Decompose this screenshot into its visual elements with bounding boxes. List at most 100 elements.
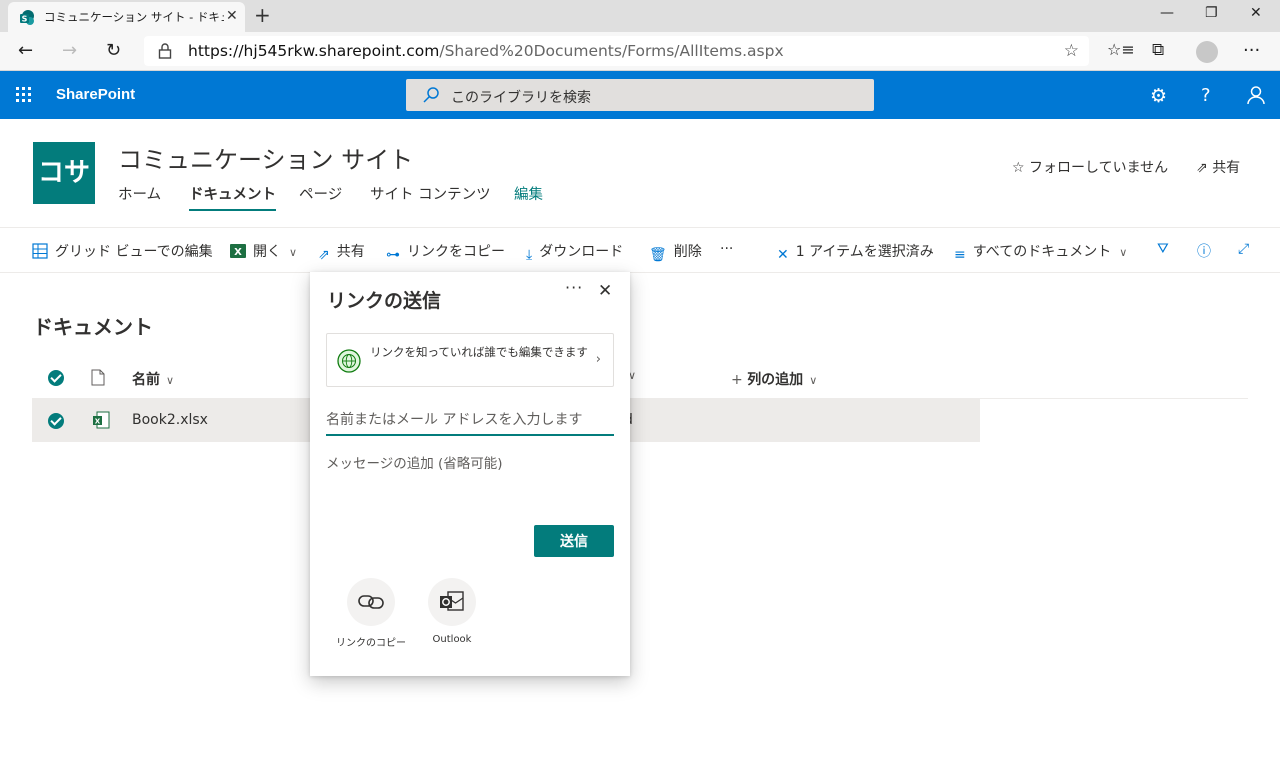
suite-bar: SharePoint このライブラリを検索 ⚙ ? (0, 71, 1280, 119)
download-button[interactable]: ⤓ ダウンロード (526, 241, 623, 263)
copy-link-label: リンクをコピー (407, 244, 505, 260)
column-name-label: 名前 (132, 372, 160, 388)
nav-documents[interactable]: ドキュメント (189, 183, 276, 211)
plus-icon: + (731, 372, 748, 388)
open-label: 開く (253, 244, 281, 260)
clear-selection-button[interactable]: ✕ 1 アイテムを選択済み (777, 241, 934, 263)
recipient-input[interactable] (326, 405, 614, 436)
open-button[interactable]: X 開く ∨ (230, 241, 297, 261)
command-bar: グリッド ビューでの編集 X 開く ∨ ⇗ 共有 ⊶ リンクをコピー ⤓ ダウンロード 🗑… (0, 227, 1280, 273)
new-tab-icon[interactable]: + (254, 3, 271, 27)
follow-label: フォローしていません (1029, 160, 1169, 176)
copy-link-button[interactable]: ⊶ リンクをコピー (386, 241, 505, 263)
copy-link-option[interactable]: リンクのコピー (331, 578, 411, 649)
filter-icon[interactable]: ⛛ (1157, 241, 1169, 257)
nav-pages[interactable]: ページ (299, 183, 342, 204)
outlook-option-circle (428, 578, 476, 626)
library-title: ドキュメント (33, 315, 153, 339)
view-switcher[interactable]: ≡ すべてのドキュメント ∨ (954, 241, 1127, 263)
url-host: https://hj545rkw.sharepoint.com (188, 42, 440, 60)
share-button[interactable]: ⇗ 共有 (318, 241, 365, 263)
delete-button[interactable]: 🗑 削除 (649, 241, 702, 263)
outlook-option[interactable]: Outlook (412, 578, 492, 645)
site-title[interactable]: コミュニケーション サイト (118, 140, 413, 175)
excel-file-icon: X (93, 411, 110, 429)
gear-icon[interactable]: ⚙ (1150, 85, 1167, 107)
chevron-right-icon: › (595, 352, 601, 367)
link-settings-button[interactable]: リンクを知っていれば誰でも編集できます › (326, 333, 614, 387)
column-name-header[interactable]: 名前 ∨ (132, 369, 174, 389)
search-icon (423, 87, 439, 103)
svg-text:X: X (234, 247, 242, 258)
excel-icon: X (230, 244, 246, 258)
nav-site-contents[interactable]: サイト コンテンツ (370, 183, 491, 204)
link-icon: ⊶ (386, 247, 400, 263)
message-input[interactable] (326, 452, 614, 512)
help-icon[interactable]: ? (1201, 85, 1211, 106)
browser-toolbar: ← → ↻ https://hj545rkw.sharepoint.com/Sh… (0, 32, 1280, 71)
nav-home[interactable]: ホーム (118, 183, 161, 204)
nav-edit[interactable]: 編集 (514, 183, 543, 204)
site-share-button[interactable]: ⇗ 共有 (1196, 157, 1240, 177)
link-icon (358, 595, 384, 609)
follow-button[interactable]: ☆ フォローしていません (1012, 157, 1168, 177)
share-label: 共有 (336, 244, 365, 260)
back-icon[interactable]: ← (18, 40, 33, 61)
minimize-icon[interactable]: — (1160, 5, 1174, 21)
grid-edit-label: グリッド ビューでの編集 (55, 244, 213, 260)
address-bar[interactable]: https://hj545rkw.sharepoint.com/Shared%2… (144, 36, 1089, 66)
svg-text:S: S (22, 15, 28, 24)
share-icon: ⇗ (318, 247, 330, 263)
more-commands-button[interactable]: ··· (720, 241, 733, 257)
download-icon: ⤓ (526, 247, 533, 263)
add-column-label: 列の追加 (747, 372, 804, 388)
close-icon: ✕ (777, 247, 789, 263)
profile-avatar[interactable] (1196, 41, 1218, 63)
account-icon[interactable] (1246, 85, 1266, 105)
sharepoint-favicon-icon: S (20, 10, 34, 25)
refresh-icon[interactable]: ↻ (106, 40, 121, 61)
url-text: https://hj545rkw.sharepoint.com/Shared%2… (188, 42, 784, 60)
favorites-icon[interactable]: ☆≡ (1107, 40, 1135, 59)
list-icon: ≡ (954, 247, 966, 263)
expand-icon[interactable]: ⤢ (1238, 241, 1249, 257)
chevron-down-icon: ∨ (809, 374, 818, 387)
select-all-checkbox[interactable] (48, 370, 64, 386)
file-name[interactable]: Book2.xlsx (132, 412, 208, 428)
link-setting-text: リンクを知っていれば誰でも編集できます (370, 345, 588, 359)
row-checkbox[interactable] (48, 413, 64, 429)
trash-icon: 🗑 (649, 247, 667, 263)
library-search-box[interactable]: このライブラリを検索 (406, 79, 874, 111)
view-label: すべてのドキュメント (972, 244, 1112, 260)
dialog-close-icon[interactable]: ✕ (598, 281, 612, 301)
tab-close-icon[interactable]: ✕ (226, 8, 238, 24)
globe-icon (337, 349, 361, 373)
browser-tab[interactable]: S コミュニケーション サイト - ドキュメント ✕ (8, 2, 245, 32)
share-icon: ⇗ (1196, 160, 1213, 176)
collections-icon[interactable]: ⧉ (1152, 40, 1164, 60)
dialog-more-icon[interactable]: ··· (565, 278, 583, 297)
selected-count-label: 1 アイテムを選択済み (795, 244, 934, 260)
favorite-star-icon[interactable]: ☆ (1064, 41, 1079, 61)
send-button[interactable]: 送信 (534, 525, 614, 557)
svg-text:X: X (95, 417, 101, 425)
site-logo[interactable]: コサ (33, 142, 95, 204)
file-type-icon (91, 369, 105, 386)
outlook-option-label: Outlook (432, 634, 472, 645)
info-icon[interactable]: ⓘ (1197, 241, 1211, 261)
outlook-icon (440, 591, 464, 611)
copy-link-option-label: リンクのコピー (336, 638, 406, 649)
app-launcher-icon[interactable] (16, 87, 32, 103)
lock-icon (158, 43, 172, 59)
grid-icon (32, 243, 48, 259)
url-path: /Shared%20Documents/Forms/AllItems.aspx (439, 42, 784, 60)
dialog-title: リンクの送信 (327, 290, 442, 312)
sharepoint-brand[interactable]: SharePoint (56, 86, 135, 103)
forward-icon[interactable]: → (62, 40, 77, 61)
window-close-icon[interactable]: ✕ (1250, 5, 1262, 21)
settings-more-icon[interactable]: ··· (1243, 40, 1260, 61)
add-column-header[interactable]: + 列の追加 ∨ (731, 369, 817, 389)
grid-edit-button[interactable]: グリッド ビューでの編集 (32, 241, 213, 261)
delete-label: 削除 (673, 244, 702, 260)
restore-icon[interactable]: ❐ (1205, 5, 1218, 21)
